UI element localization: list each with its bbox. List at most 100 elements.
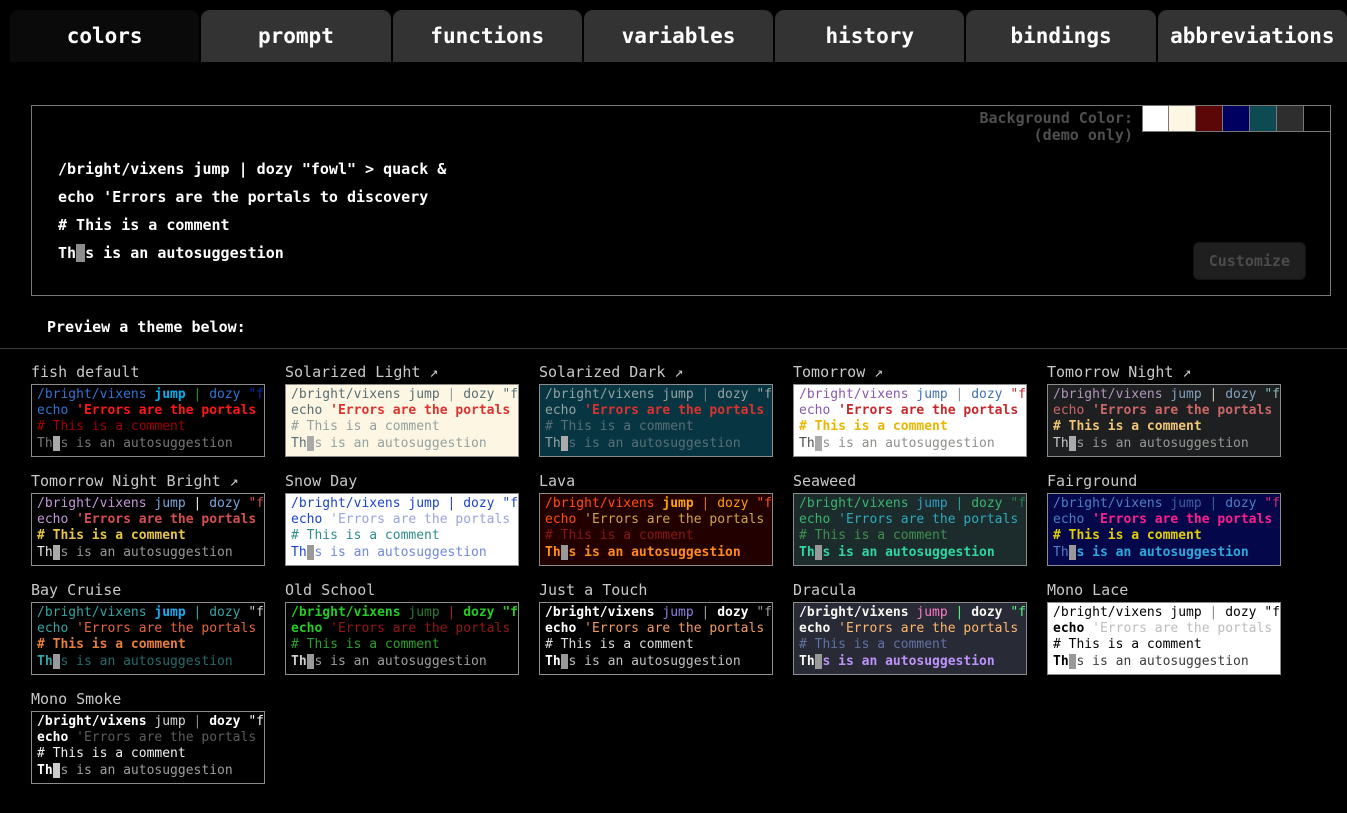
tab-prompt[interactable]: prompt xyxy=(201,10,390,62)
theme-just-a-touch[interactable]: Just a Touch/bright/vixens jump | dozy "… xyxy=(539,578,773,675)
theme-preview-box[interactable]: /bright/vixens jump | dozy "fowl" > quac… xyxy=(285,493,519,566)
theme-preview-box[interactable]: /bright/vixens jump | dozy "fowl" > quac… xyxy=(539,602,773,675)
text-segment: | xyxy=(1202,605,1225,620)
theme-preview-box[interactable]: /bright/vixens jump | dozy "fowl" > quac… xyxy=(285,602,519,675)
text-segment: dozy xyxy=(209,387,240,402)
theme-preview-box[interactable]: /bright/vixens jump | dozy "fowl" > quac… xyxy=(793,602,1027,675)
theme-seaweed[interactable]: Seaweed/bright/vixens jump | dozy "fowl"… xyxy=(793,469,1027,566)
theme-tomorrow-night[interactable]: Tomorrow Night ↗/bright/vixens jump | do… xyxy=(1047,360,1281,457)
text-segment: s is an autosuggestion xyxy=(822,545,994,560)
theme-mono-lace[interactable]: Mono Lace/bright/vixens jump | dozy "fow… xyxy=(1047,578,1281,675)
text-segment: /bright/vixens xyxy=(291,496,408,511)
theme-preview-box[interactable]: /bright/vixens jump | dozy "fowl" > quac… xyxy=(31,493,265,566)
text-segment: dozy xyxy=(463,496,494,511)
text-segment: jump xyxy=(1170,387,1201,402)
text-segment: /bright/vixens xyxy=(37,387,154,402)
tab-variables[interactable]: variables xyxy=(584,10,773,62)
text-segment: | xyxy=(186,714,209,729)
preview-line-1: /bright/vixens jump | dozy "fowl" > quac… xyxy=(1053,496,1275,512)
text-segment: s is an autosuggestion xyxy=(1076,545,1248,560)
text-segment: Th xyxy=(37,763,53,778)
customize-button[interactable]: Customize xyxy=(1193,242,1306,280)
theme-preview-box[interactable]: /bright/vixens jump | dozy "fowl" > quac… xyxy=(285,384,519,457)
theme-preview-box[interactable]: /bright/vixens jump | dozy "fowl" > quac… xyxy=(31,711,265,784)
theme-lava[interactable]: Lava/bright/vixens jump | dozy "fowl" > … xyxy=(539,469,773,566)
theme-title: Just a Touch xyxy=(539,578,773,602)
theme-fairground[interactable]: Fairground/bright/vixens jump | dozy "fo… xyxy=(1047,469,1281,566)
bg-swatch-black[interactable] xyxy=(1304,105,1331,132)
theme-preview-box[interactable]: /bright/vixens jump | dozy "fowl" > quac… xyxy=(539,493,773,566)
preview-line-3: # This is a comment xyxy=(1053,637,1275,653)
text-segment: 'Errors are the portals to discovery xyxy=(838,621,1027,636)
theme-fish-default[interactable]: fish default/bright/vixens jump | dozy "… xyxy=(31,360,265,457)
text-segment: dozy xyxy=(463,387,494,402)
bg-swatch-teal[interactable] xyxy=(1250,105,1277,132)
text-segment: /bright/vixens xyxy=(545,387,662,402)
theme-preview-box[interactable]: /bright/vixens jump | dozy "fowl" > quac… xyxy=(539,384,773,457)
text-segment: /bright/vixens xyxy=(291,605,408,620)
preview-line-2: echo 'Errors are the portals to discover… xyxy=(37,512,259,528)
text-segment: echo xyxy=(799,621,838,636)
theme-mono-smoke[interactable]: Mono Smoke/bright/vixens jump | dozy "fo… xyxy=(31,687,265,784)
theme-snow-day[interactable]: Snow Day/bright/vixens jump | dozy "fowl… xyxy=(285,469,519,566)
text-segment: echo xyxy=(37,512,76,527)
theme-solarized-light[interactable]: Solarized Light ↗/bright/vixens jump | d… xyxy=(285,360,519,457)
bg-swatch-navy[interactable] xyxy=(1223,105,1250,132)
text-segment: jump xyxy=(1170,605,1201,620)
text-segment: "fowl" > quack & xyxy=(749,496,773,511)
theme-preview-box[interactable]: /bright/vixens jump | dozy "fowl" > quac… xyxy=(1047,493,1281,566)
theme-solarized-dark[interactable]: Solarized Dark ↗/bright/vixens jump | do… xyxy=(539,360,773,457)
terminal-line-1: /bright/vixens jump | dozy "fowl" > quac… xyxy=(58,155,1330,183)
text-segment: 'Errors are the portals to discovery xyxy=(584,512,773,527)
bg-swatch-charcoal[interactable] xyxy=(1277,105,1304,132)
tab-functions[interactable]: functions xyxy=(393,10,582,62)
text-segment: echo xyxy=(1053,512,1092,527)
preview-line-4: This is an autosuggestion xyxy=(545,545,767,561)
text-segment: s is an autosuggestion xyxy=(314,436,486,451)
text-segment: Th xyxy=(545,545,561,560)
bg-swatch-white[interactable] xyxy=(1142,105,1169,132)
tab-colors[interactable]: colors xyxy=(10,10,199,62)
bg-swatch-cream[interactable] xyxy=(1169,105,1196,132)
preview-line-2: echo 'Errors are the portals to discover… xyxy=(1053,621,1275,637)
preview-line-2: echo 'Errors are the portals to discover… xyxy=(37,403,259,419)
text-segment: jump xyxy=(154,496,185,511)
theme-bay-cruise[interactable]: Bay Cruise/bright/vixens jump | dozy "fo… xyxy=(31,578,265,675)
preview-line-1: /bright/vixens jump | dozy "fowl" > quac… xyxy=(1053,605,1275,621)
theme-title: Seaweed xyxy=(793,469,1027,493)
preview-line-4: This is an autosuggestion xyxy=(1053,545,1275,561)
theme-tomorrow-night-bright[interactable]: Tomorrow Night Bright ↗/bright/vixens ju… xyxy=(31,469,265,566)
text-segment: /bright/vixens xyxy=(37,714,154,729)
text-segment: s is an autosuggestion xyxy=(314,545,486,560)
preview-line-4: This is an autosuggestion xyxy=(291,436,513,452)
theme-tomorrow[interactable]: Tomorrow ↗/bright/vixens jump | dozy "fo… xyxy=(793,360,1027,457)
preview-line-2: echo 'Errors are the portals to discover… xyxy=(545,621,767,637)
theme-title: fish default xyxy=(31,360,265,384)
text-segment: 'Errors are the portals to discovery xyxy=(584,621,773,636)
bg-swatch-dark-red[interactable] xyxy=(1196,105,1223,132)
preview-line-1: /bright/vixens jump | dozy "fowl" > quac… xyxy=(291,387,513,403)
theme-preview-box[interactable]: /bright/vixens jump | dozy "fowl" > quac… xyxy=(1047,384,1281,457)
theme-dracula[interactable]: Dracula/bright/vixens jump | dozy "fowl"… xyxy=(793,578,1027,675)
preview-line-2: echo 'Errors are the portals to discover… xyxy=(37,621,259,637)
text-segment: jump xyxy=(1170,496,1201,511)
theme-preview-box[interactable]: /bright/vixens jump | dozy "fowl" > quac… xyxy=(793,384,1027,457)
text-segment: | xyxy=(186,387,209,402)
theme-title: Tomorrow Night Bright ↗ xyxy=(31,469,265,493)
theme-preview-box[interactable]: /bright/vixens jump | dozy "fowl" > quac… xyxy=(31,384,265,457)
theme-title: Tomorrow Night ↗ xyxy=(1047,360,1281,384)
text-segment: echo xyxy=(37,730,76,745)
text-segment: Th xyxy=(58,244,76,262)
theme-old-school[interactable]: Old School/bright/vixens jump | dozy "fo… xyxy=(285,578,519,675)
theme-preview-box[interactable]: /bright/vixens jump | dozy "fowl" > quac… xyxy=(1047,602,1281,675)
text-segment: Th xyxy=(545,436,561,451)
tab-history[interactable]: history xyxy=(775,10,964,62)
theme-preview-box[interactable]: /bright/vixens jump | dozy "fowl" > quac… xyxy=(793,493,1027,566)
preview-line-1: /bright/vixens jump | dozy "fowl" > quac… xyxy=(37,387,259,403)
cursor-block: i xyxy=(76,244,85,262)
preview-line-3: # This is a comment xyxy=(1053,419,1275,435)
tab-bindings[interactable]: bindings xyxy=(966,10,1155,62)
theme-preview-box[interactable]: /bright/vixens jump | dozy "fowl" > quac… xyxy=(31,602,265,675)
preview-line-4: This is an autosuggestion xyxy=(545,654,767,670)
tab-abbreviations[interactable]: abbreviations xyxy=(1158,10,1347,62)
